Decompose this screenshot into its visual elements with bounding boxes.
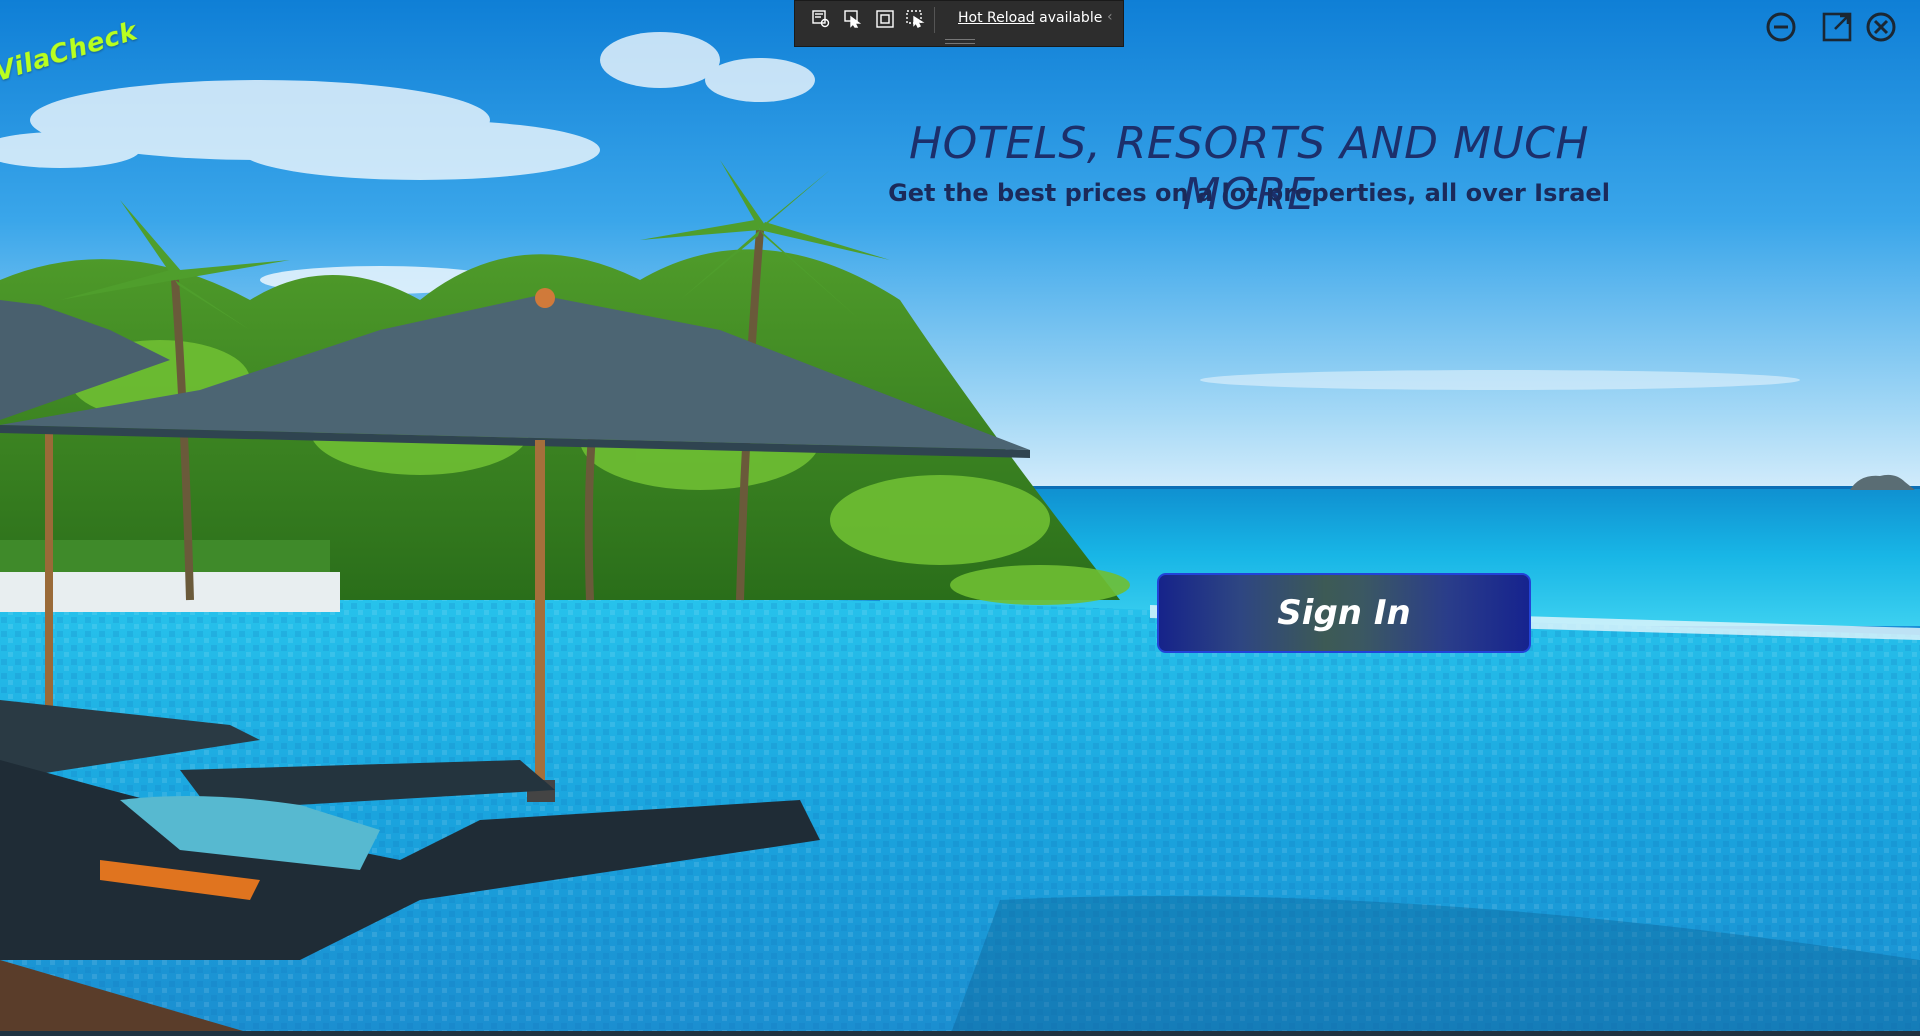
debug-toolbar: Hot Reload available ‹ [794, 0, 1124, 47]
hot-reload-link[interactable]: Hot Reload [958, 10, 1035, 26]
toolbar-grip[interactable] [945, 39, 975, 44]
collapse-toolbar-icon[interactable]: ‹ [1107, 9, 1113, 25]
track-focused-element-icon[interactable] [903, 7, 927, 31]
sign-in-button[interactable]: Sign In [1157, 573, 1531, 653]
hot-reload-status-text: available [1039, 10, 1103, 26]
select-element-icon[interactable] [841, 7, 865, 31]
page-subtitle: Get the best prices on a lot properties,… [888, 179, 1610, 207]
maximize-icon[interactable] [1820, 10, 1854, 44]
window-bottom-border [0, 1031, 1920, 1036]
close-icon[interactable] [1864, 10, 1898, 44]
hot-reload-status: Hot Reload available [958, 10, 1102, 26]
live-visual-tree-icon[interactable] [809, 7, 833, 31]
display-layout-adorners-icon[interactable] [873, 7, 897, 31]
minimize-icon[interactable] [1764, 10, 1798, 44]
toolbar-separator [934, 7, 935, 33]
